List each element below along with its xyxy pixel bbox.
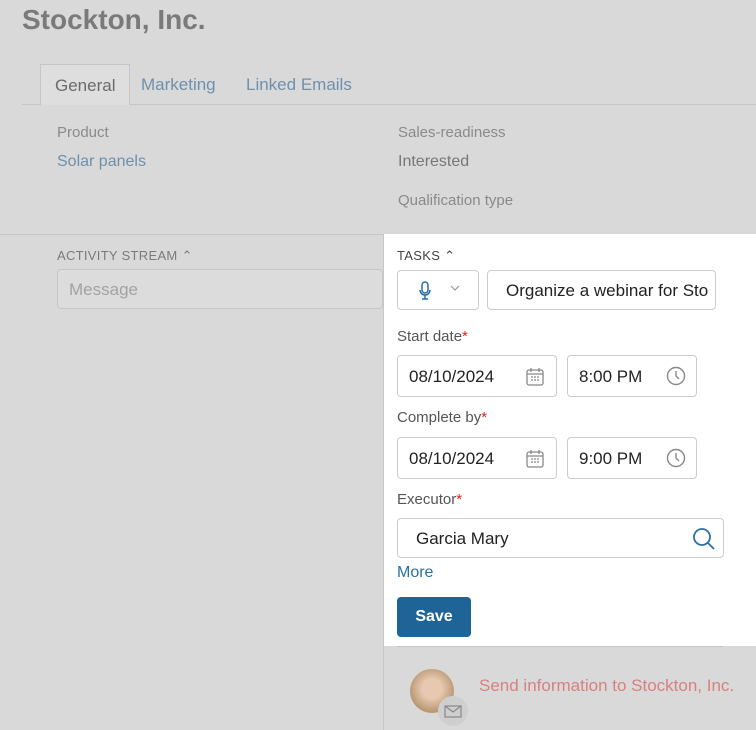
- executor-label-text: Executor: [397, 491, 457, 508]
- tab-general[interactable]: General: [40, 64, 131, 105]
- tasks-panel: TASKS ⌃ Organize a webinar for Sto Start…: [384, 234, 756, 646]
- divider: [0, 234, 384, 235]
- task-type-dropdown[interactable]: [397, 270, 479, 310]
- calendar-icon[interactable]: [526, 367, 544, 387]
- complete-date-value: 08/10/2024: [409, 449, 495, 468]
- tasks-title: TASKS: [397, 248, 441, 263]
- start-time-value: 8:00 PM: [579, 367, 643, 386]
- more-link[interactable]: More: [397, 564, 433, 582]
- product-label: Product: [57, 124, 109, 141]
- tasks-header[interactable]: TASKS ⌃: [397, 248, 455, 264]
- qualification-type-label: Qualification type: [398, 192, 514, 209]
- product-link[interactable]: Solar panels: [57, 153, 146, 171]
- complete-time-value: 9:00 PM: [579, 449, 643, 468]
- required-mark: *: [481, 409, 488, 426]
- clock-icon[interactable]: [666, 366, 686, 386]
- complete-by-label: Complete by*: [397, 409, 487, 426]
- required-mark: *: [456, 491, 463, 508]
- envelope-icon: [444, 705, 462, 718]
- activity-stream-title: ACTIVITY STREAM: [57, 248, 178, 263]
- activity-stream-header[interactable]: ACTIVITY STREAM ⌃: [57, 248, 193, 264]
- save-button[interactable]: Save: [397, 597, 471, 637]
- required-mark: *: [462, 328, 468, 345]
- executor-value: Garcia Mary: [416, 529, 509, 548]
- search-icon[interactable]: [692, 527, 716, 551]
- chevron-up-icon: ⌃: [444, 248, 456, 263]
- page-title: Stockton, Inc.: [22, 4, 206, 35]
- feed-item-link[interactable]: Send information to Stockton, Inc.: [479, 672, 749, 699]
- sales-readiness-label: Sales-readiness: [398, 124, 506, 141]
- task-name-input[interactable]: Organize a webinar for Sto: [487, 270, 716, 310]
- complete-by-label-text: Complete by: [397, 409, 482, 426]
- tab-marketing[interactable]: Marketing: [127, 64, 230, 105]
- microphone-icon: [419, 281, 431, 300]
- chevron-up-icon: ⌃: [181, 248, 193, 263]
- clock-icon[interactable]: [666, 448, 686, 468]
- email-badge: [438, 696, 468, 726]
- calendar-icon[interactable]: [526, 449, 544, 469]
- message-input[interactable]: Message: [57, 269, 383, 309]
- complete-date-input[interactable]: 08/10/2024: [397, 437, 557, 479]
- start-date-label-text: Start date: [397, 328, 463, 345]
- complete-time-input[interactable]: 9:00 PM: [567, 437, 697, 479]
- start-time-input[interactable]: 8:00 PM: [567, 355, 697, 397]
- tab-bar: General Marketing Linked Emails: [22, 64, 756, 105]
- executor-input[interactable]: Garcia Mary: [397, 518, 724, 558]
- sales-readiness-value: Interested: [398, 153, 470, 170]
- start-date-value: 08/10/2024: [409, 367, 495, 386]
- tab-linked-emails[interactable]: Linked Emails: [232, 64, 366, 105]
- chevron-down-icon: [450, 285, 460, 291]
- executor-label: Executor*: [397, 491, 462, 508]
- start-date-input[interactable]: 08/10/2024: [397, 355, 557, 397]
- divider: [397, 646, 723, 647]
- start-date-label: Start date*: [397, 328, 468, 345]
